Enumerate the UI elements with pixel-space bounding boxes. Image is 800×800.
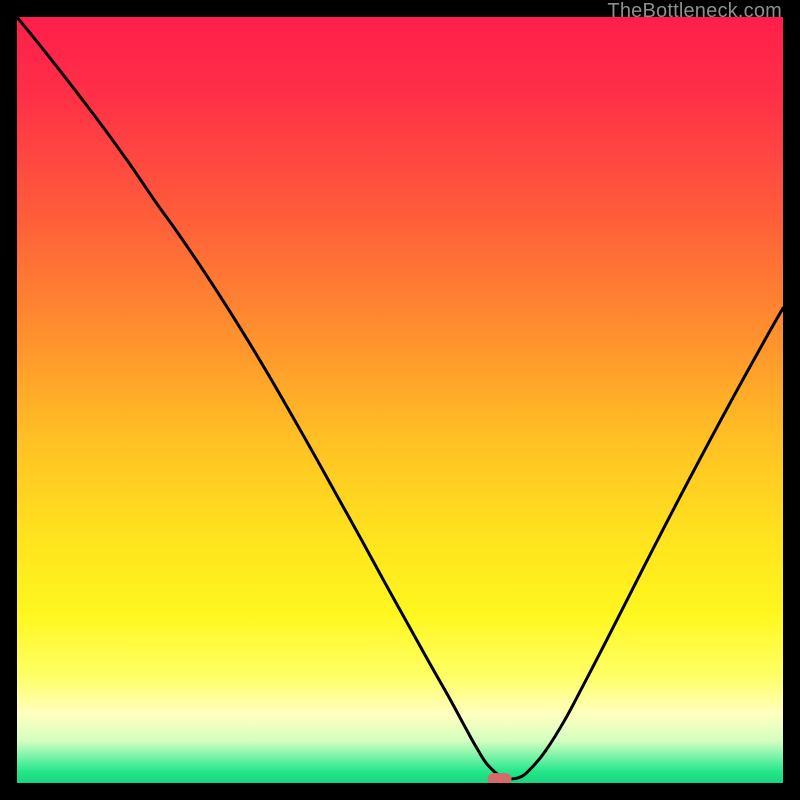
chart-frame: TheBottleneck.com [0,0,800,800]
gradient-background [17,17,783,783]
optimal-point-marker [488,773,512,783]
chart-plot-area [17,17,783,783]
watermark-text: TheBottleneck.com [607,0,782,23]
chart-svg [17,17,783,783]
